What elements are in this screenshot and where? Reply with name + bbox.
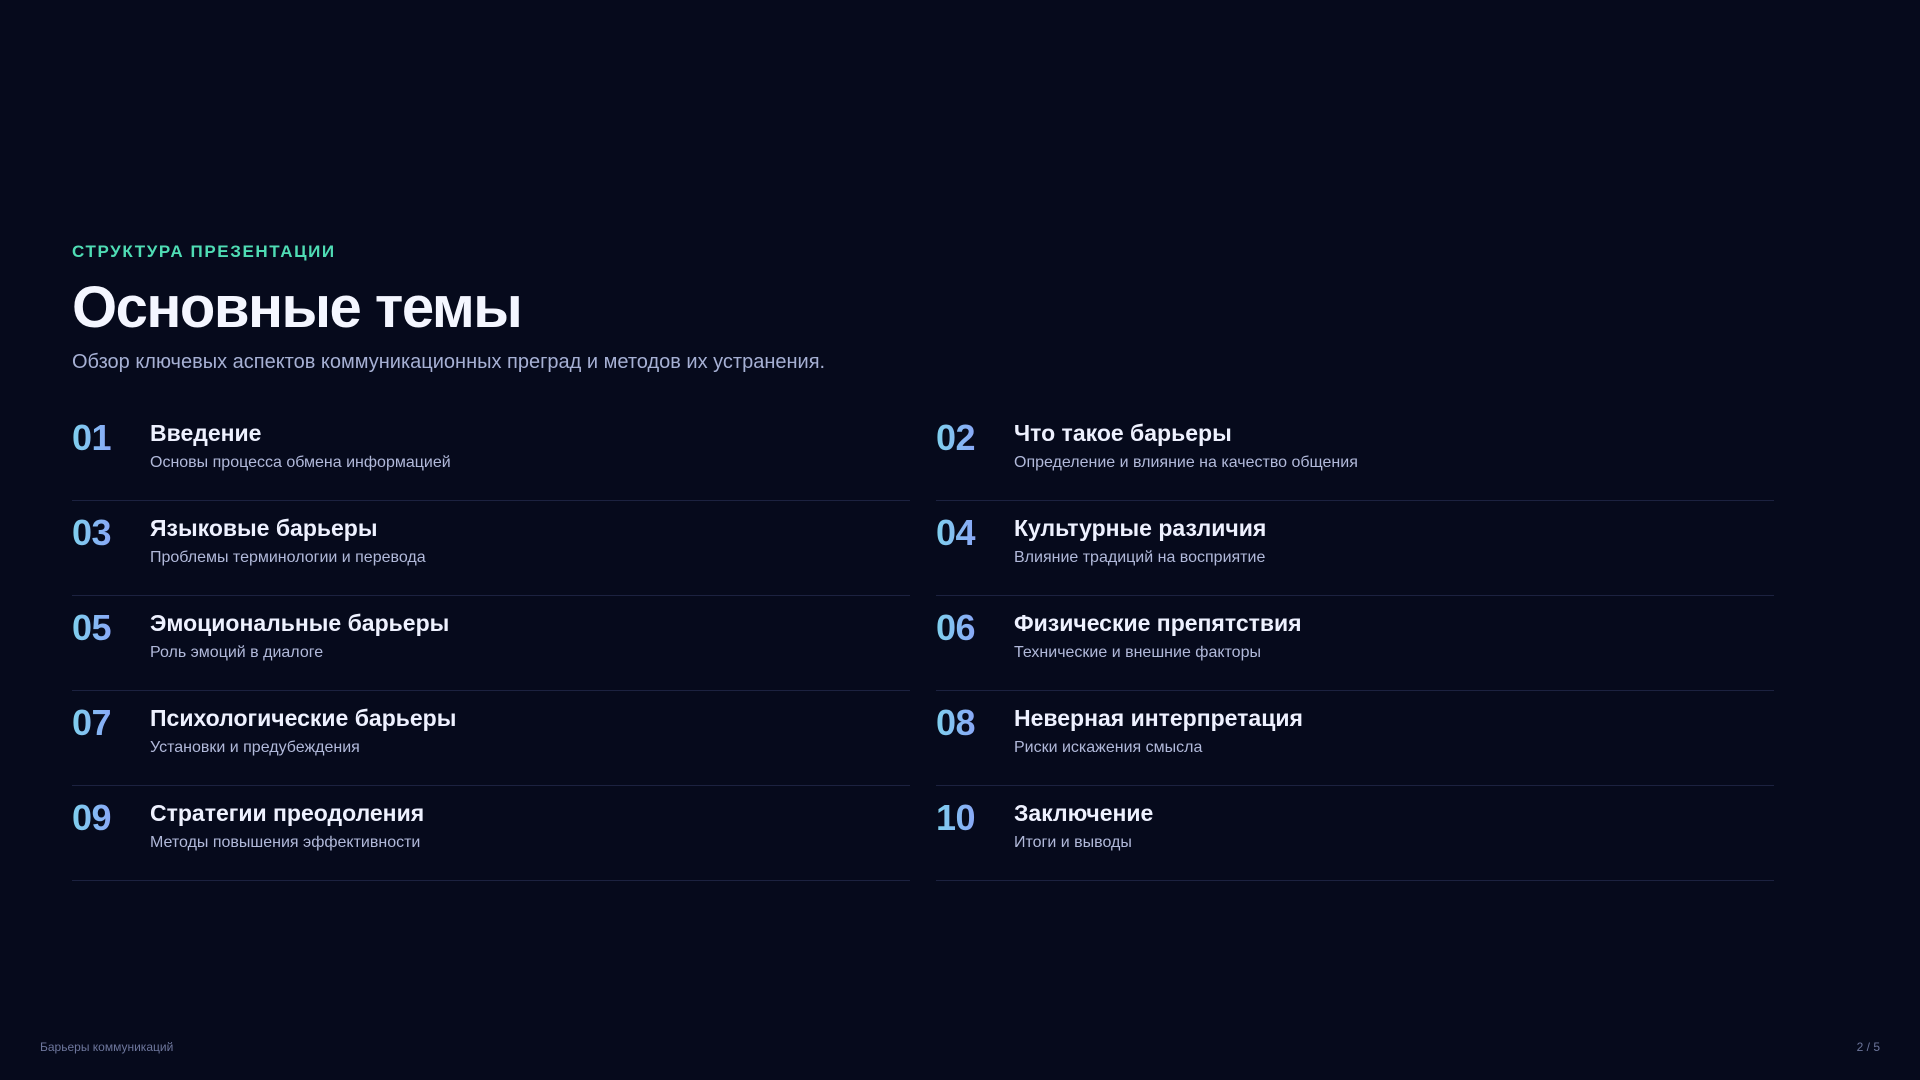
topic-item-07: 07 Психологические барьеры Установки и п…	[72, 691, 910, 786]
topic-number: 02	[936, 418, 1014, 458]
topic-description: Риски искажения смысла	[1014, 739, 1203, 756]
topic-title: Стратегии преодоления	[150, 800, 425, 826]
topic-number: 10	[936, 798, 1014, 838]
topic-description: Технические и внешние факторы	[1014, 644, 1261, 661]
topic-description: Определение и влияние на качество общени…	[1014, 454, 1358, 471]
topic-number: 09	[72, 798, 150, 838]
presentation-slide: СТРУКТУРА ПРЕЗЕНТАЦИИ Основные темы Обзо…	[0, 0, 1920, 1080]
section-eyebrow: СТРУКТУРА ПРЕЗЕНТАЦИИ	[72, 242, 336, 261]
topic-number: 01	[72, 418, 150, 458]
topic-title: Языковые барьеры	[150, 515, 378, 541]
topic-title: Неверная интерпретация	[1014, 705, 1303, 731]
topic-number: 03	[72, 513, 150, 553]
topic-title: Что такое барьеры	[1014, 420, 1232, 446]
topic-number: 06	[936, 608, 1014, 648]
topic-description: Методы повышения эффективности	[150, 834, 421, 851]
topic-item-04: 04 Культурные различия Влияние традиций …	[936, 501, 1774, 596]
topic-item-06: 06 Физические препятствия Технические и …	[936, 596, 1774, 691]
topic-item-08: 08 Неверная интерпретация Риски искажени…	[936, 691, 1774, 786]
topic-description: Основы процесса обмена информацией	[150, 454, 451, 471]
topic-item-02: 02 Что такое барьеры Определение и влиян…	[936, 406, 1774, 501]
topic-description: Проблемы терминологии и перевода	[150, 549, 426, 566]
slide-title: Основные темы	[72, 275, 523, 340]
slide-content: СТРУКТУРА ПРЕЗЕНТАЦИИ Основные темы Обзо…	[72, 240, 1774, 881]
topic-title: Культурные различия	[1014, 515, 1267, 541]
topic-title: Заключение	[1014, 800, 1154, 826]
topic-item-10: 10 Заключение Итоги и выводы	[936, 786, 1774, 881]
topics-grid: 01 Введение Основы процесса обмена инфор…	[72, 406, 1774, 881]
topic-title: Эмоциональные барьеры	[150, 610, 450, 636]
topic-title: Введение	[150, 420, 262, 446]
topic-number: 08	[936, 703, 1014, 743]
topic-item-03: 03 Языковые барьеры Проблемы терминологи…	[72, 501, 910, 596]
topic-number: 05	[72, 608, 150, 648]
footer-deck-title: Барьеры коммуникаций	[40, 1040, 174, 1054]
topic-description: Установки и предубеждения	[150, 739, 360, 756]
topic-number: 07	[72, 703, 150, 743]
topic-number: 04	[936, 513, 1014, 553]
topic-title: Психологические барьеры	[150, 705, 457, 731]
topic-item-05: 05 Эмоциональные барьеры Роль эмоций в д…	[72, 596, 910, 691]
footer-page-number: 2 / 5	[1856, 1040, 1880, 1054]
slide-subtitle: Обзор ключевых аспектов коммуникационных…	[72, 351, 826, 373]
topic-description: Влияние традиций на восприятие	[1014, 549, 1266, 566]
topic-title: Физические препятствия	[1014, 610, 1302, 636]
topic-item-09: 09 Стратегии преодоления Методы повышени…	[72, 786, 910, 881]
topic-description: Роль эмоций в диалоге	[150, 644, 324, 661]
topic-item-01: 01 Введение Основы процесса обмена инфор…	[72, 406, 910, 501]
topic-description: Итоги и выводы	[1014, 834, 1132, 851]
